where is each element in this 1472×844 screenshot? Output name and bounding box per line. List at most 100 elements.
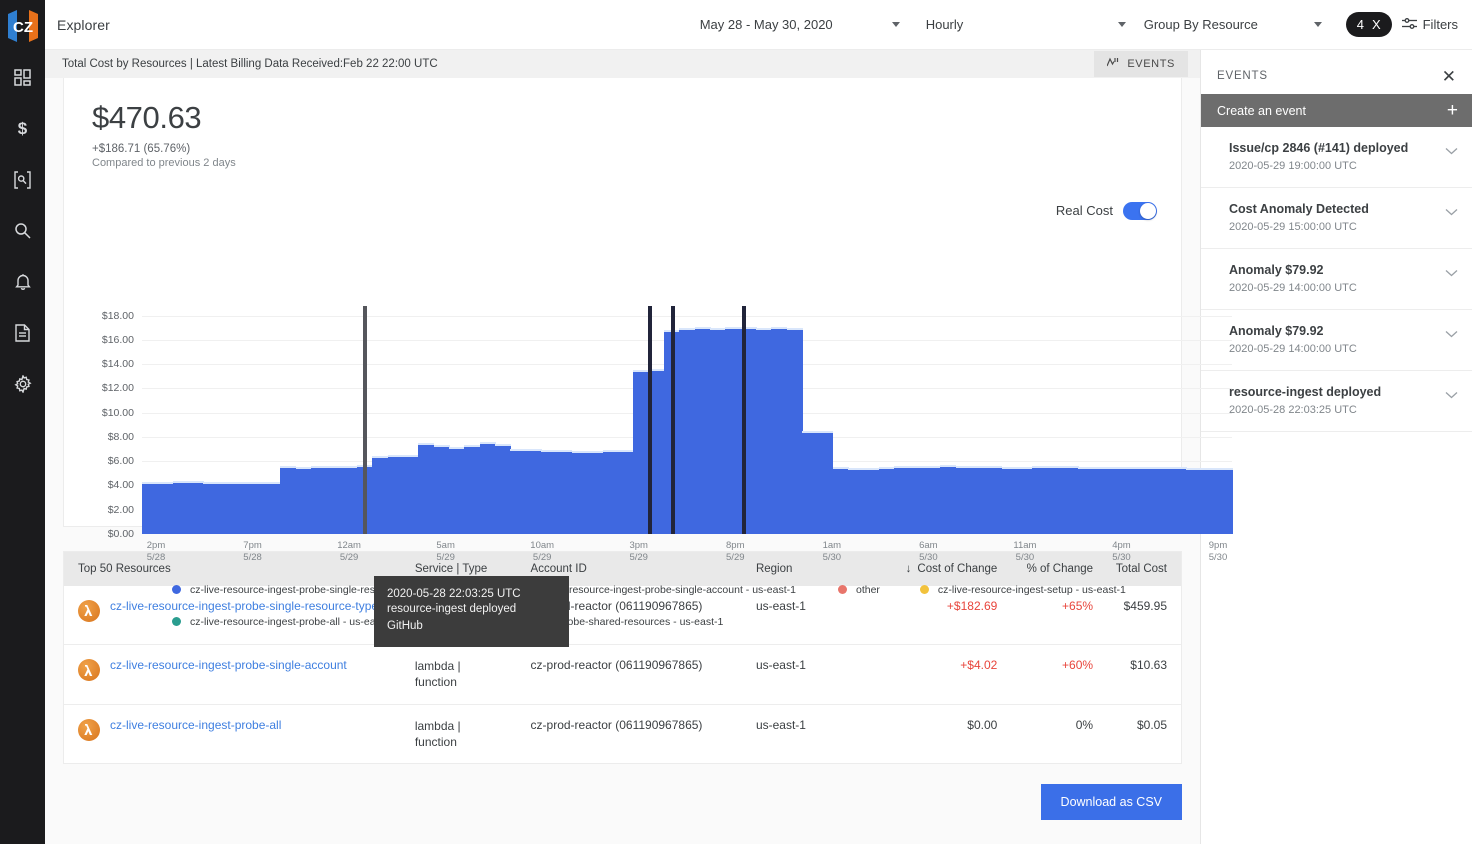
chart-bar[interactable]	[817, 431, 833, 534]
chart-bar[interactable]	[434, 445, 450, 533]
sidebar-item-settings[interactable]	[0, 358, 45, 409]
close-icon[interactable]: ✕	[1442, 68, 1456, 85]
legend-item[interactable]: other	[838, 584, 880, 596]
chart-bar[interactable]	[219, 482, 235, 534]
chart-bar[interactable]	[557, 450, 573, 534]
chart-bar[interactable]	[1125, 467, 1141, 534]
chart-bar[interactable]	[1155, 467, 1171, 534]
chart-bar[interactable]	[388, 455, 404, 534]
chart-bar[interactable]	[879, 467, 895, 534]
chart-bar[interactable]	[495, 444, 511, 534]
sidebar-item-search[interactable]	[0, 205, 45, 256]
chart-bar[interactable]	[1217, 468, 1233, 534]
chart-bars[interactable]	[142, 316, 1232, 534]
table-row[interactable]: cz-live-resource-ingest-probe-single-acc…	[64, 645, 1181, 704]
chart-bar[interactable]	[771, 327, 787, 534]
chart-bar[interactable]	[971, 466, 987, 534]
chevron-down-icon[interactable]	[1445, 265, 1458, 280]
chart-bar[interactable]	[326, 466, 342, 534]
chart-bar[interactable]	[833, 467, 849, 534]
chart-bar[interactable]	[1171, 467, 1187, 534]
chevron-down-icon[interactable]	[1445, 326, 1458, 341]
chart-bar[interactable]	[1048, 466, 1064, 534]
chart-bar[interactable]	[1002, 467, 1018, 534]
chart-bar[interactable]	[910, 466, 926, 534]
chart-bar[interactable]	[864, 468, 880, 533]
filter-count-pill[interactable]: 4 X	[1346, 12, 1392, 37]
sidebar-item-reports[interactable]	[0, 307, 45, 358]
chart-bar[interactable]	[418, 443, 434, 534]
chart-bar[interactable]	[986, 466, 1002, 534]
chart-bar[interactable]	[188, 481, 204, 534]
chart-bar[interactable]	[587, 451, 603, 534]
chart-bar[interactable]	[296, 467, 312, 534]
chevron-down-icon[interactable]	[1445, 143, 1458, 158]
chart-bar[interactable]	[787, 328, 803, 534]
chart-bar[interactable]	[710, 328, 726, 534]
date-range-selector[interactable]: May 28 - May 30, 2020	[700, 17, 900, 32]
granularity-selector[interactable]: Hourly	[926, 17, 1126, 32]
legend-item[interactable]: cz-live-resource-ingest-probe-all - us-e…	[172, 616, 393, 628]
chart-bar[interactable]	[1201, 468, 1217, 534]
chart-bar[interactable]	[541, 450, 557, 534]
chart-bar[interactable]	[1186, 468, 1202, 534]
chevron-down-icon[interactable]	[1445, 387, 1458, 402]
chart-bar[interactable]	[464, 445, 480, 533]
chart-event-marker[interactable]	[671, 306, 675, 534]
cz-logo[interactable]: CZ	[0, 0, 45, 52]
chart-bar[interactable]	[572, 451, 588, 534]
chart-bar[interactable]	[1017, 467, 1033, 534]
resource-link[interactable]: cz-live-resource-ingest-probe-all	[110, 718, 281, 733]
table-row[interactable]: cz-live-resource-ingest-probe-alllambda …	[64, 704, 1181, 763]
chart-bar[interactable]	[756, 328, 772, 534]
chart-bar[interactable]	[234, 482, 250, 534]
event-list-item[interactable]: Cost Anomaly Detected2020-05-29 15:00:00…	[1201, 188, 1472, 249]
resource-link[interactable]: cz-live-resource-ingest-probe-single-acc…	[110, 658, 347, 673]
chart-bar[interactable]	[679, 328, 695, 534]
chart-bar[interactable]	[1109, 467, 1125, 534]
filters-button[interactable]: Filters	[1402, 17, 1458, 33]
event-list-item[interactable]: Anomaly $79.922020-05-29 14:00:00 UTC	[1201, 310, 1472, 371]
chart-bar[interactable]	[1063, 466, 1079, 534]
chart-bar[interactable]	[403, 455, 419, 534]
chart-bar[interactable]	[695, 327, 711, 534]
event-list-item[interactable]: resource-ingest deployed2020-05-28 22:03…	[1201, 371, 1472, 432]
sidebar-item-alerts[interactable]	[0, 256, 45, 307]
event-list-item[interactable]: Anomaly $79.922020-05-29 14:00:00 UTC	[1201, 249, 1472, 310]
events-toggle-button[interactable]: EVENTS	[1094, 51, 1188, 77]
chart-event-marker[interactable]	[742, 306, 746, 534]
chart-bar[interactable]	[802, 431, 818, 534]
chevron-down-icon[interactable]	[1445, 204, 1458, 219]
chart-bar[interactable]	[618, 450, 634, 534]
sidebar-item-explorer[interactable]	[0, 154, 45, 205]
legend-item[interactable]: cz-live-resource-ingest-setup - us-east-…	[920, 584, 1126, 596]
chart-bar[interactable]	[372, 456, 388, 534]
close-icon[interactable]: X	[1372, 17, 1381, 32]
chart-bar[interactable]	[848, 468, 864, 533]
sidebar-item-cost[interactable]: $	[0, 103, 45, 154]
chart-bar[interactable]	[603, 450, 619, 534]
chart-bar[interactable]	[510, 449, 526, 534]
chart-bar[interactable]	[1140, 467, 1156, 534]
real-cost-toggle[interactable]	[1123, 202, 1157, 220]
chart-bar[interactable]	[265, 482, 281, 534]
chart-bar[interactable]	[142, 482, 158, 534]
chart-bar[interactable]	[203, 482, 219, 534]
chart-bar[interactable]	[894, 466, 910, 534]
chart-bar[interactable]	[956, 466, 972, 534]
chart-bar[interactable]	[1094, 467, 1110, 534]
chart-bar[interactable]	[311, 466, 327, 534]
chart-bar[interactable]	[480, 442, 496, 534]
chart-bar[interactable]	[173, 481, 189, 534]
group-by-selector[interactable]: Group By Resource	[1144, 17, 1322, 32]
event-list-item[interactable]: Issue/cp 2846 (#141) deployed2020-05-29 …	[1201, 127, 1472, 188]
chart-bar[interactable]	[925, 466, 941, 534]
chart-event-marker[interactable]	[648, 306, 652, 534]
download-csv-button[interactable]: Download as CSV	[1041, 784, 1182, 820]
chart-event-marker[interactable]	[363, 306, 367, 534]
sidebar-item-dashboard[interactable]	[0, 52, 45, 103]
chart-bar[interactable]	[940, 465, 956, 534]
chart-bar[interactable]	[1078, 467, 1094, 534]
chart-bar[interactable]	[725, 327, 741, 534]
chart-bar[interactable]	[526, 449, 542, 534]
